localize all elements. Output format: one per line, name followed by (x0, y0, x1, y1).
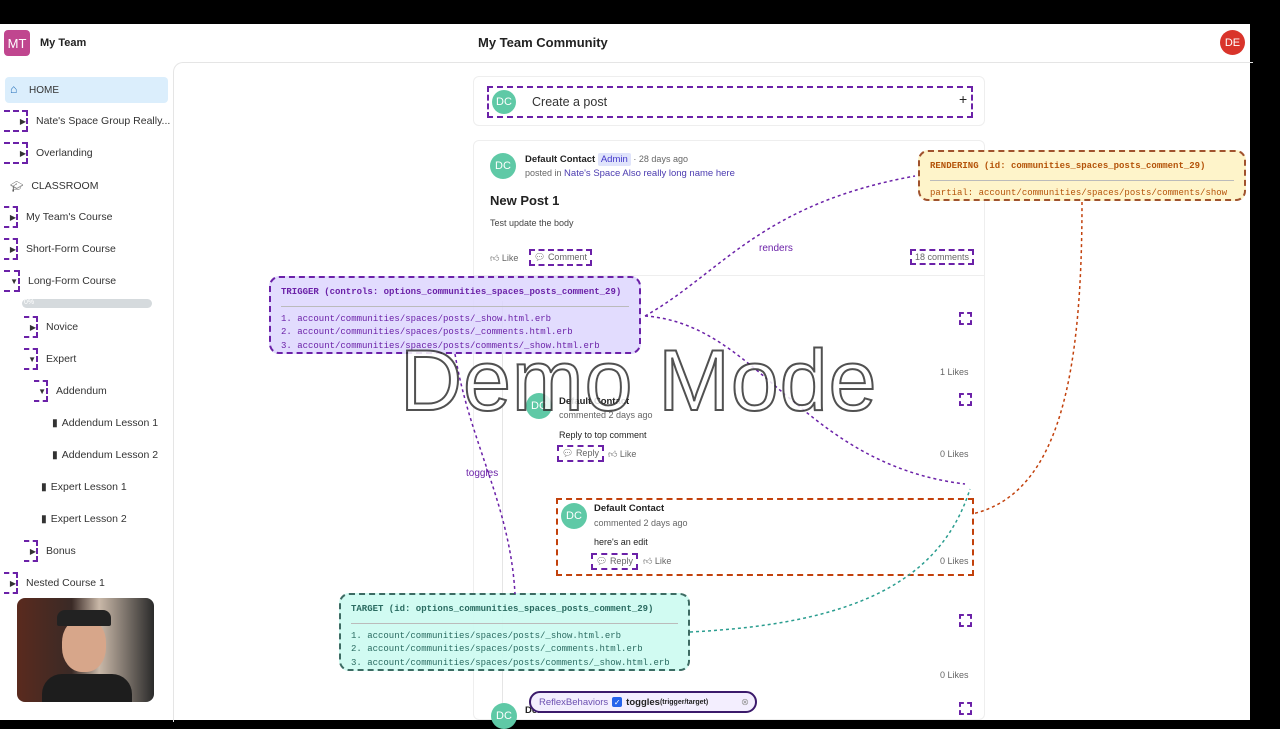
reflex-behaviors-bar: ReflexBehaviors ✓ toggles (trigger/target… (529, 691, 757, 713)
target-arrow (689, 488, 971, 633)
reflex-label: ReflexBehaviors (539, 696, 609, 708)
rendering-arrow (971, 201, 1083, 515)
webcam-video (17, 598, 154, 702)
toggles-checkbox[interactable]: ✓ (612, 697, 623, 707)
toggles-label: toggles (626, 696, 660, 708)
app-page: MT My Team My Team Community DE ⌂ HOME ▶… (0, 24, 1253, 729)
presenter-cap (57, 610, 111, 626)
demo-mode-watermark: Demo Mode (399, 332, 878, 430)
toggles-label: toggles (466, 468, 499, 479)
presenter-shirt (42, 674, 132, 702)
presenter-face (62, 618, 106, 672)
close-icon[interactable]: ⊗ (741, 697, 749, 708)
toggles-sublabel: (trigger/target) (659, 698, 709, 706)
renders-label: renders (759, 243, 793, 254)
